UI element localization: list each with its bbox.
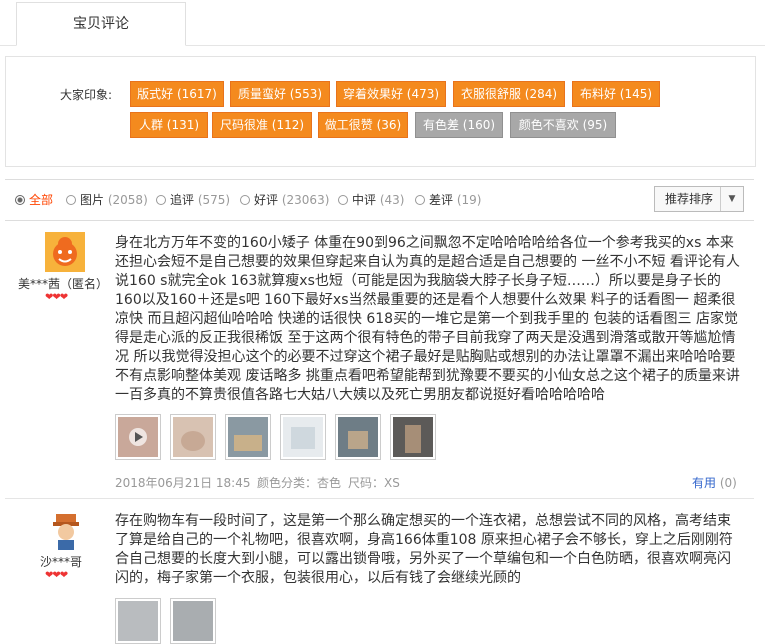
- tab-reviews[interactable]: 宝贝评论: [16, 2, 186, 46]
- photo-icon: [173, 417, 213, 457]
- impressions-label: 大家印象:: [60, 88, 113, 102]
- radio-selected-icon: [15, 195, 25, 205]
- radio-icon: [415, 195, 425, 205]
- photo-icon: [118, 601, 158, 641]
- divider: [5, 498, 754, 499]
- review-size: 尺码：XS: [348, 476, 400, 490]
- radio-icon: [240, 195, 250, 205]
- radio-icon: [156, 195, 166, 205]
- impression-tag[interactable]: 布料好 (145): [572, 81, 660, 107]
- reviewer-name: 美***茜（匿名）: [18, 277, 109, 291]
- impression-tag[interactable]: 有色差 (160): [415, 112, 503, 138]
- radio-icon: [338, 195, 348, 205]
- review-photo[interactable]: [335, 414, 381, 460]
- avatar-character-icon[interactable]: [46, 510, 86, 550]
- filter-negative[interactable]: 差评 (19): [415, 192, 481, 208]
- reviewer-name: 沙***哥: [40, 555, 83, 569]
- review-photo[interactable]: [390, 414, 436, 460]
- review-date: 2018年06月21日 18:45: [115, 476, 251, 490]
- heart-icon: ❤❤❤: [45, 292, 68, 303]
- useful-button[interactable]: 有用 (0): [692, 474, 737, 491]
- chevron-down-icon: ▼: [720, 187, 743, 211]
- filter-neutral[interactable]: 中评 (43): [338, 192, 404, 208]
- photo-icon: [393, 417, 433, 457]
- filter-followup[interactable]: 追评 (575): [156, 192, 230, 208]
- review-photo[interactable]: [225, 414, 271, 460]
- impression-tag[interactable]: 颜色不喜欢 (95): [510, 112, 616, 138]
- sort-label: 推荐排序: [665, 192, 714, 206]
- photo-icon: [228, 417, 268, 457]
- avatar-cartoon-icon[interactable]: [45, 232, 85, 272]
- impression-tag[interactable]: 做工很赞 (36): [318, 112, 408, 138]
- review-photo[interactable]: [115, 598, 161, 644]
- impression-tag[interactable]: 质量蛮好 (553): [230, 81, 330, 107]
- review-color: 颜色分类：杏色: [257, 476, 342, 490]
- photo-icon: [338, 417, 378, 457]
- photo-icon: [283, 417, 323, 457]
- impression-tag[interactable]: 衣服很舒服 (284): [453, 81, 565, 107]
- review-photo[interactable]: [170, 414, 216, 460]
- play-icon: [118, 417, 158, 457]
- filter-positive[interactable]: 好评 (23063): [240, 192, 329, 208]
- review-photo[interactable]: [280, 414, 326, 460]
- review-photo[interactable]: [170, 598, 216, 644]
- review-photo[interactable]: [115, 414, 161, 460]
- heart-icon: ❤❤❤: [45, 570, 68, 581]
- review-filter-bar: 全部 图片 (2058) 追评 (575) 好评 (23063) 中评 (43)…: [5, 179, 754, 221]
- filter-pictures[interactable]: 图片 (2058): [66, 192, 148, 208]
- review-content: 身在北方万年不变的160小矮子 体重在90到96之间飘忽不定哈哈哈哈给各位一个参…: [115, 235, 740, 403]
- photo-icon: [173, 601, 213, 641]
- impressions-panel: 大家印象: 版式好 (1617) 质量蛮好 (553) 穿着效果好 (473) …: [5, 56, 756, 167]
- impression-tag[interactable]: 穿着效果好 (473): [336, 81, 446, 107]
- impression-tag[interactable]: 尺码很准 (112): [212, 112, 312, 138]
- impression-tag[interactable]: 人群 (131): [130, 112, 208, 138]
- tab-bar: 宝贝评论: [0, 0, 765, 46]
- impression-tag[interactable]: 版式好 (1617): [130, 81, 224, 107]
- radio-icon: [66, 195, 76, 205]
- sort-dropdown[interactable]: 推荐排序 ▼: [654, 186, 744, 212]
- filter-all[interactable]: 全部: [15, 192, 53, 208]
- review-content: 存在购物车有一段时间了，这是第一个那么确定想买的一个连衣裙，总想尝试不同的风格，…: [115, 513, 733, 586]
